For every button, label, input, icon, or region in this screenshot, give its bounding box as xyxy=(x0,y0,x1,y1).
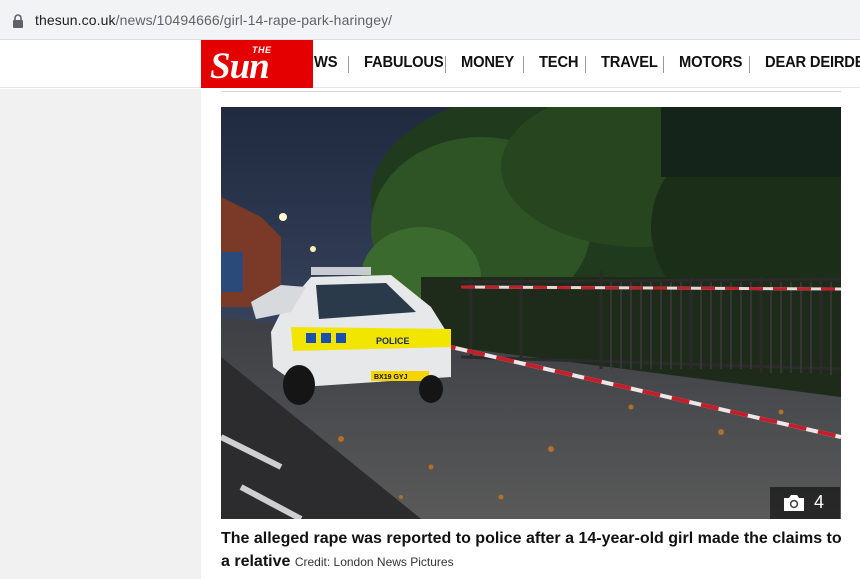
nav-separator xyxy=(445,56,446,73)
url-text: thesun.co.uk/news/10494666/girl-14-rape-… xyxy=(35,12,392,28)
nav-item-fabulous[interactable]: FABULOUS xyxy=(364,54,444,72)
nav-item-money[interactable]: MONEY xyxy=(461,54,514,72)
gallery-badge[interactable]: 4 xyxy=(770,487,840,519)
nav-separator xyxy=(663,56,664,73)
the-sun-logo[interactable]: THE Sun xyxy=(201,40,313,88)
camera-icon xyxy=(784,495,804,511)
lock-icon[interactable] xyxy=(12,14,24,28)
article-photo[interactable]: POLICE BX19 GYJ 4 xyxy=(221,107,841,519)
nav-separator xyxy=(749,56,750,73)
nav-separator xyxy=(585,56,586,73)
nav-separator xyxy=(348,56,349,73)
nav-item-motors[interactable]: MOTORS xyxy=(679,54,742,72)
nav-separator xyxy=(523,56,524,73)
logo-sun-text: Sun xyxy=(210,46,270,87)
photo-credit: Credit: London News Pictures xyxy=(294,555,454,569)
nav-item-news[interactable]: WS xyxy=(314,54,338,72)
url-field[interactable]: thesun.co.uk/news/10494666/girl-14-rape-… xyxy=(2,5,858,35)
police-scene-illustration: POLICE BX19 GYJ xyxy=(221,107,841,519)
police-car-label: POLICE xyxy=(376,336,410,346)
nav-item-tech[interactable]: TECH xyxy=(539,54,579,72)
article-divider xyxy=(221,91,841,92)
number-plate: BX19 GYJ xyxy=(374,374,408,381)
url-host: thesun.co.uk xyxy=(35,12,116,28)
nav-item-dear-deirdre[interactable]: DEAR DEIRDE xyxy=(765,54,860,72)
gallery-count: 4 xyxy=(814,492,825,512)
photo-caption: The alleged rape was reported to police … xyxy=(221,527,846,574)
address-bar: thesun.co.uk/news/10494666/girl-14-rape-… xyxy=(0,0,860,40)
url-path: /news/10494666/girl-14-rape-park-haringe… xyxy=(115,12,393,28)
left-sidebar xyxy=(0,89,201,579)
nav-item-travel[interactable]: TRAVEL xyxy=(601,54,658,72)
